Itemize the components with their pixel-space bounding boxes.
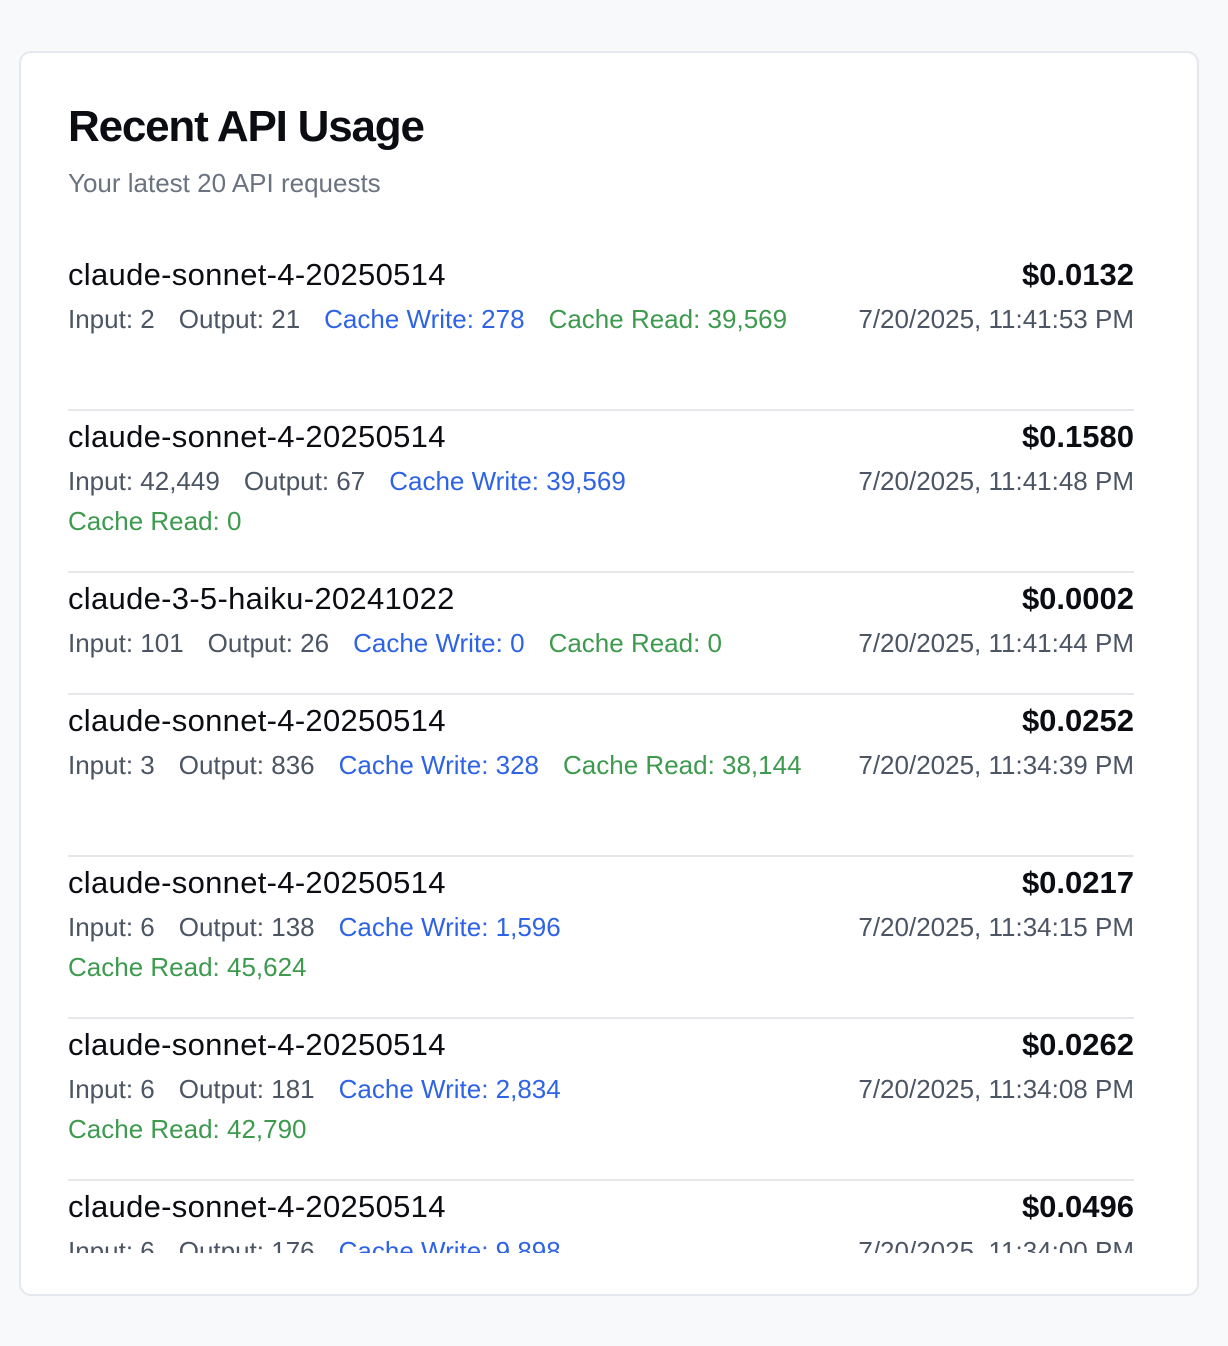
usage-row: claude-3-5-haiku-20241022 Input: 101 Outp…	[68, 573, 1134, 695]
usage-row: claude-sonnet-4-20250514 Input: 3 Output:…	[68, 695, 1134, 857]
output-tokens: Output: 181	[178, 1074, 315, 1104]
token-stats: Input: 42,449 Output: 67 Cache Write: 39,5…	[68, 461, 808, 541]
usage-row: claude-sonnet-4-20250514 Input: 6 Output:…	[68, 1019, 1134, 1181]
request-cost: $0.0002	[1021, 581, 1134, 616]
usage-row-details: claude-sonnet-4-20250514 Input: 3 Output:…	[68, 701, 858, 855]
request-timestamp: 7/20/2025, 11:34:39 PM	[858, 750, 1134, 780]
input-tokens: Input: 2	[68, 304, 155, 334]
request-cost: $0.1580	[1021, 419, 1134, 454]
model-name: claude-sonnet-4-20250514	[68, 865, 446, 900]
request-cost: $0.0217	[1021, 865, 1134, 900]
cache-read-tokens: Cache Read: 0	[68, 506, 242, 536]
token-stats: Input: 6 Output: 176 Cache Write: 9,898	[68, 1231, 808, 1253]
token-stats: Input: 6 Output: 181 Cache Write: 2,834 Cac…	[68, 1069, 808, 1149]
usage-row-details: claude-sonnet-4-20250514 Input: 2 Output:…	[68, 255, 858, 409]
usage-row-details: claude-3-5-haiku-20241022 Input: 101 Outp…	[68, 579, 858, 693]
request-cost: $0.0252	[1021, 703, 1134, 738]
input-tokens: Input: 6	[68, 1074, 155, 1104]
cache-write-tokens: Cache Write: 278	[324, 304, 525, 334]
request-timestamp: 7/20/2025, 11:34:00 PM	[858, 1236, 1134, 1253]
output-tokens: Output: 176	[178, 1236, 315, 1253]
usage-row-details: claude-sonnet-4-20250514 Input: 6 Output:…	[68, 863, 858, 1017]
usage-row-meta: $0.0132 7/20/2025, 11:41:53 PM	[858, 255, 1134, 409]
cache-read-tokens: Cache Read: 45,624	[68, 952, 307, 982]
cache-write-tokens: Cache Write: 2,834	[338, 1074, 561, 1104]
recent-api-usage-card: Recent API Usage Your latest 20 API requ…	[19, 51, 1199, 1296]
model-name: claude-sonnet-4-20250514	[68, 1027, 446, 1062]
cache-write-tokens: Cache Write: 0	[353, 628, 525, 658]
usage-row-meta: $0.0252 7/20/2025, 11:34:39 PM	[858, 701, 1134, 855]
usage-row-meta: $0.0002 7/20/2025, 11:41:44 PM	[858, 579, 1134, 693]
request-cost: $0.0262	[1021, 1027, 1134, 1062]
card-title: Recent API Usage	[68, 102, 425, 151]
token-stats: Input: 2 Output: 21 Cache Write: 278 Cache …	[68, 299, 808, 339]
token-stats: Input: 6 Output: 138 Cache Write: 1,596 Cac…	[68, 907, 808, 987]
cache-write-tokens: Cache Write: 1,596	[338, 912, 561, 942]
usage-row: claude-sonnet-4-20250514 Input: 6 Output:…	[68, 857, 1134, 1019]
model-name: claude-sonnet-4-20250514	[68, 419, 446, 454]
request-timestamp: 7/20/2025, 11:41:53 PM	[858, 304, 1134, 334]
cache-read-tokens: Cache Read: 0	[548, 628, 723, 658]
input-tokens: Input: 6	[68, 1236, 155, 1253]
usage-row-meta: $0.1580 7/20/2025, 11:41:48 PM	[858, 417, 1134, 571]
usage-row-meta: $0.0496 7/20/2025, 11:34:00 PM	[858, 1187, 1134, 1253]
usage-row: claude-sonnet-4-20250514 Input: 42,449 Ou…	[68, 411, 1134, 573]
usage-row-details: claude-sonnet-4-20250514 Input: 6 Output:…	[68, 1025, 858, 1179]
request-timestamp: 7/20/2025, 11:41:44 PM	[858, 628, 1134, 658]
cache-read-tokens: Cache Read: 38,144	[563, 750, 802, 780]
request-cost: $0.0132	[1021, 257, 1134, 292]
cache-write-tokens: Cache Write: 9,898	[338, 1236, 561, 1253]
model-name: claude-sonnet-4-20250514	[68, 703, 446, 738]
usage-row: claude-sonnet-4-20250514 Input: 6 Output:…	[68, 1181, 1134, 1253]
output-tokens: Output: 836	[178, 750, 315, 780]
cache-write-tokens: Cache Write: 328	[338, 750, 540, 780]
token-stats: Input: 3 Output: 836 Cache Write: 328 Cache…	[68, 745, 808, 785]
model-name: claude-3-5-haiku-20241022	[68, 581, 455, 616]
output-tokens: Output: 26	[207, 628, 330, 658]
output-tokens: Output: 67	[243, 466, 366, 496]
input-tokens: Input: 101	[68, 628, 184, 658]
request-timestamp: 7/20/2025, 11:34:15 PM	[858, 912, 1134, 942]
usage-row-meta: $0.0262 7/20/2025, 11:34:08 PM	[858, 1025, 1134, 1179]
usage-row-meta: $0.0217 7/20/2025, 11:34:15 PM	[858, 863, 1134, 1017]
usage-row: claude-sonnet-4-20250514 Input: 2 Output:…	[68, 249, 1134, 411]
usage-list[interactable]: claude-sonnet-4-20250514 Input: 2 Output:…	[68, 249, 1134, 1253]
card-header: Recent API Usage Your latest 20 API requ…	[68, 97, 1150, 199]
usage-row-details: claude-sonnet-4-20250514 Input: 42,449 Ou…	[68, 417, 858, 571]
output-tokens: Output: 21	[178, 304, 301, 334]
input-tokens: Input: 6	[68, 912, 155, 942]
usage-row-details: claude-sonnet-4-20250514 Input: 6 Output:…	[68, 1187, 858, 1253]
request-cost: $0.0496	[1021, 1189, 1134, 1224]
card-subtitle: Your latest 20 API requests	[68, 168, 381, 198]
cache-read-tokens: Cache Read: 42,790	[68, 1114, 307, 1144]
cache-read-tokens: Cache Read: 39,569	[548, 304, 788, 334]
request-timestamp: 7/20/2025, 11:41:48 PM	[858, 466, 1134, 496]
input-tokens: Input: 42,449	[68, 466, 220, 496]
input-tokens: Input: 3	[68, 750, 155, 780]
request-timestamp: 7/20/2025, 11:34:08 PM	[858, 1074, 1134, 1104]
output-tokens: Output: 138	[178, 912, 315, 942]
token-stats: Input: 101 Output: 26 Cache Write: 0 Cache …	[68, 623, 808, 663]
model-name: claude-sonnet-4-20250514	[68, 1189, 446, 1224]
model-name: claude-sonnet-4-20250514	[68, 257, 446, 292]
cache-write-tokens: Cache Write: 39,569	[389, 466, 626, 496]
